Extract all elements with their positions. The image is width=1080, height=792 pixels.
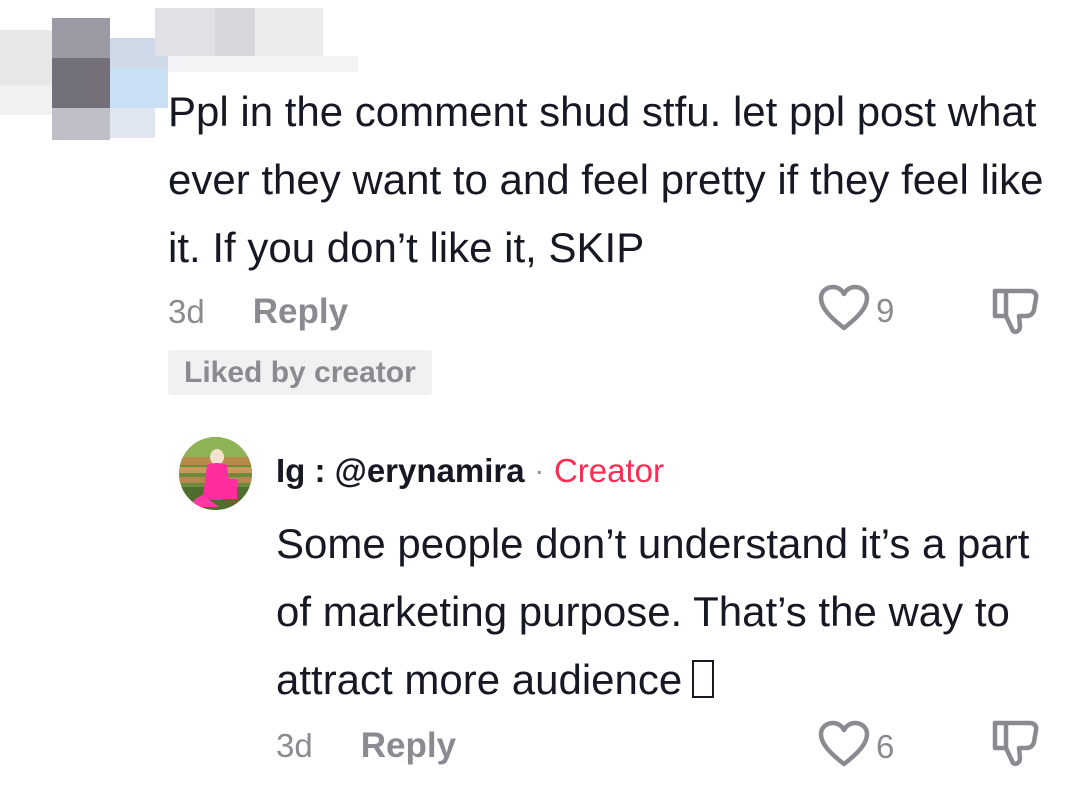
reply-button[interactable]: Reply — [253, 292, 348, 332]
reply-text-body: Some people don’t understand it’s a part… — [276, 520, 1030, 703]
comment-text: Ppl in the comment shud stfu. let ppl po… — [168, 88, 1044, 271]
thumbs-down-outline-icon — [990, 288, 1042, 340]
avatar[interactable] — [179, 437, 252, 510]
reply-username[interactable]: Ig : @erynamira — [276, 452, 525, 490]
reply-timestamp: 3d — [276, 727, 313, 764]
comment-meta-row: 3d Reply — [168, 292, 348, 332]
reply-meta-row: 3d Reply — [276, 726, 456, 766]
like-button[interactable]: 9 — [818, 284, 894, 337]
liked-by-creator-badge: Liked by creator — [168, 350, 432, 395]
reply-to-reply-button[interactable]: Reply — [361, 726, 456, 766]
thumbs-down-outline-icon — [990, 720, 1042, 772]
like-count: 9 — [876, 291, 895, 329]
reply-like-count: 6 — [876, 727, 895, 765]
reply-like-button[interactable]: 6 — [818, 720, 894, 773]
heart-outline-icon — [818, 284, 870, 337]
missing-emoji-glyph — [692, 660, 715, 698]
separator-dot: · — [534, 455, 544, 486]
reply-header: Ig : @erynamira · Creator — [276, 452, 664, 490]
reply-dislike-button[interactable] — [990, 718, 1042, 773]
reply-comment-text: Some people don’t understand it’s a part… — [276, 510, 1056, 714]
heart-outline-icon — [818, 720, 870, 773]
dislike-button[interactable] — [990, 286, 1042, 341]
comment-timestamp: 3d — [168, 293, 205, 330]
creator-tag: Creator — [553, 452, 664, 489]
